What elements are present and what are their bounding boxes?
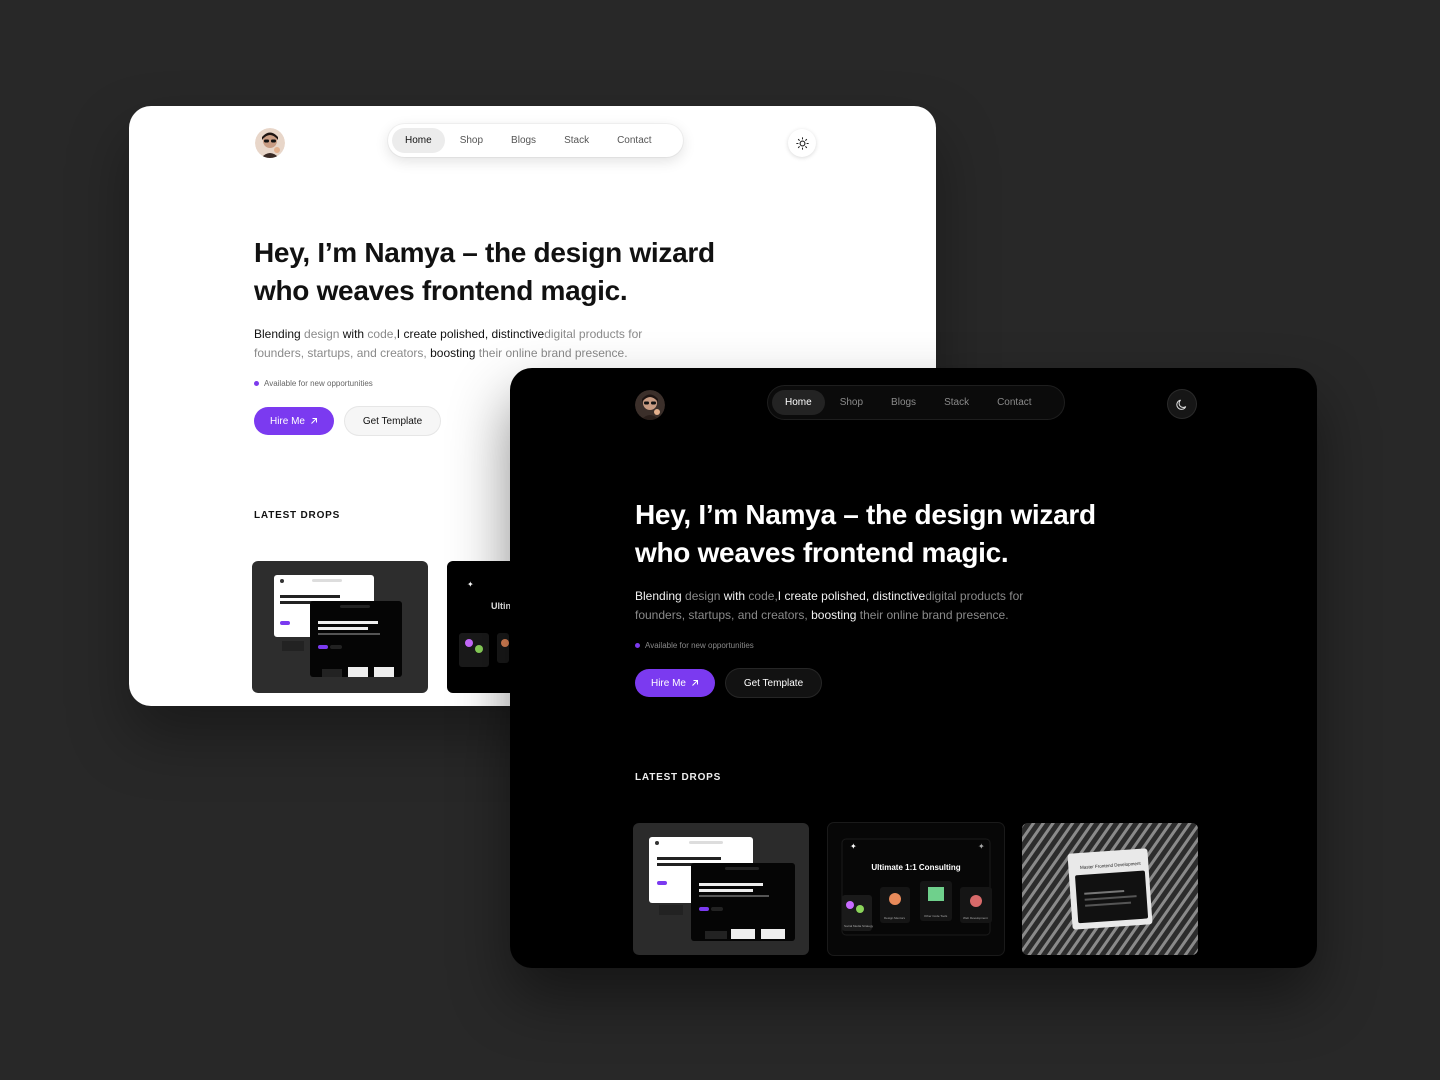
hero-sub-word: I create polished, distinctive [396, 327, 545, 341]
hero-sub-word: their online brand presence. [475, 346, 628, 360]
hire-me-button[interactable]: Hire Me [635, 669, 715, 697]
hero-sub-word: digital products for [925, 589, 1024, 603]
drop-card-portfolio[interactable] [633, 823, 809, 955]
hero-sub-word: design [300, 327, 343, 341]
availability-status: Available for new opportunities [635, 641, 754, 650]
status-dot [254, 381, 259, 386]
hero-sub-word: founders, startups, and creators, [254, 346, 431, 360]
moon-icon [1175, 399, 1186, 410]
nav-shop[interactable]: Shop [827, 390, 876, 415]
consulting-card-title: Ultimate 1:1 Consulting [871, 863, 960, 872]
svg-text:Ultin: Ultin [491, 601, 511, 611]
hire-me-label: Hire Me [269, 415, 305, 427]
hero-description: Blending design with code,I create polis… [635, 587, 1095, 625]
get-template-button[interactable]: Get Template [345, 407, 440, 435]
hero-sub-word: code, [364, 327, 397, 341]
hero-sub-word: with [342, 327, 365, 341]
hero-sub-word: boosting [811, 608, 857, 622]
hero-title: Hey, I’m Namya – the design wizard who w… [635, 496, 1155, 572]
hero-sub-word: Blending [254, 327, 301, 341]
nav-blogs[interactable]: Blogs [878, 390, 929, 415]
consulting-tile-label: Design Mentors [884, 916, 906, 920]
nav-shop[interactable]: Shop [447, 128, 496, 153]
nav-home[interactable]: Home [772, 390, 825, 415]
nav-blogs[interactable]: Blogs [498, 128, 549, 153]
consulting-tile-label: Other Code Tools [924, 914, 948, 918]
svg-text:✦: ✦ [850, 842, 857, 851]
drop-card-portfolio[interactable] [252, 561, 428, 693]
get-template-label: Get Template [743, 677, 804, 689]
latest-drops-title: LATEST DROPS [254, 510, 341, 521]
svg-text:✦: ✦ [978, 842, 985, 851]
hero-sub-word: with [723, 589, 746, 603]
availability-status: Available for new opportunities [254, 379, 373, 388]
hero-sub-word: digital products for [544, 327, 643, 341]
drop-card-consulting[interactable]: ✦ ✦ Ultimate 1:1 Consulting Social Media… [828, 823, 1004, 955]
hero-sub-word: code, [745, 589, 778, 603]
theme-toggle-button[interactable] [1168, 390, 1196, 418]
get-template-label: Get Template [362, 415, 423, 427]
nav-contact[interactable]: Contact [604, 128, 664, 153]
dark-theme-preview: Home Shop Blogs Stack Contact Hey, I’m N… [510, 368, 1317, 968]
consulting-tile-label: Social Media Strategy [844, 924, 874, 928]
svg-text:✦: ✦ [467, 580, 474, 589]
hero-title-line2: who weaves frontend magic. [254, 275, 628, 306]
consulting-tile-label: Web Development [963, 916, 988, 920]
arrow-up-right-icon [692, 680, 698, 686]
hero-title-line1: Hey, I’m Namya – the design wizard [635, 499, 1096, 530]
latest-drops-title: LATEST DROPS [635, 772, 722, 783]
nav-home[interactable]: Home [392, 128, 445, 153]
status-dot [635, 643, 640, 648]
theme-toggle-button[interactable] [788, 129, 816, 157]
main-nav: Home Shop Blogs Stack Contact [388, 124, 683, 157]
avatar[interactable] [255, 128, 285, 158]
hero-sub-word: Blending [635, 589, 682, 603]
nav-stack[interactable]: Stack [551, 128, 602, 153]
main-nav: Home Shop Blogs Stack Contact [768, 386, 1064, 419]
nav-contact[interactable]: Contact [984, 390, 1044, 415]
hero-sub-word: their online brand presence. [856, 608, 1009, 622]
availability-text: Available for new opportunities [645, 641, 754, 650]
hero-title-line2: who weaves frontend magic. [635, 537, 1009, 568]
get-template-button[interactable]: Get Template [726, 669, 821, 697]
hero-sub-word: design [681, 589, 724, 603]
hero-title: Hey, I’m Namya – the design wizard who w… [254, 234, 774, 310]
availability-text: Available for new opportunities [264, 379, 373, 388]
hire-me-button[interactable]: Hire Me [254, 407, 334, 435]
hire-me-label: Hire Me [650, 677, 686, 689]
hero-title-line1: Hey, I’m Namya – the design wizard [254, 237, 715, 268]
avatar[interactable] [635, 390, 665, 420]
hero-sub-word: I create polished, distinctive [777, 589, 926, 603]
sun-icon [795, 136, 809, 150]
hero-sub-word: founders, startups, and creators, [635, 608, 812, 622]
arrow-up-right-icon [311, 418, 317, 424]
hero-sub-word: boosting [430, 346, 476, 360]
hero-description: Blending design with code,I create polis… [254, 325, 714, 363]
nav-stack[interactable]: Stack [931, 390, 982, 415]
drop-card-frontend[interactable]: Master Frontend Development [1022, 823, 1198, 955]
